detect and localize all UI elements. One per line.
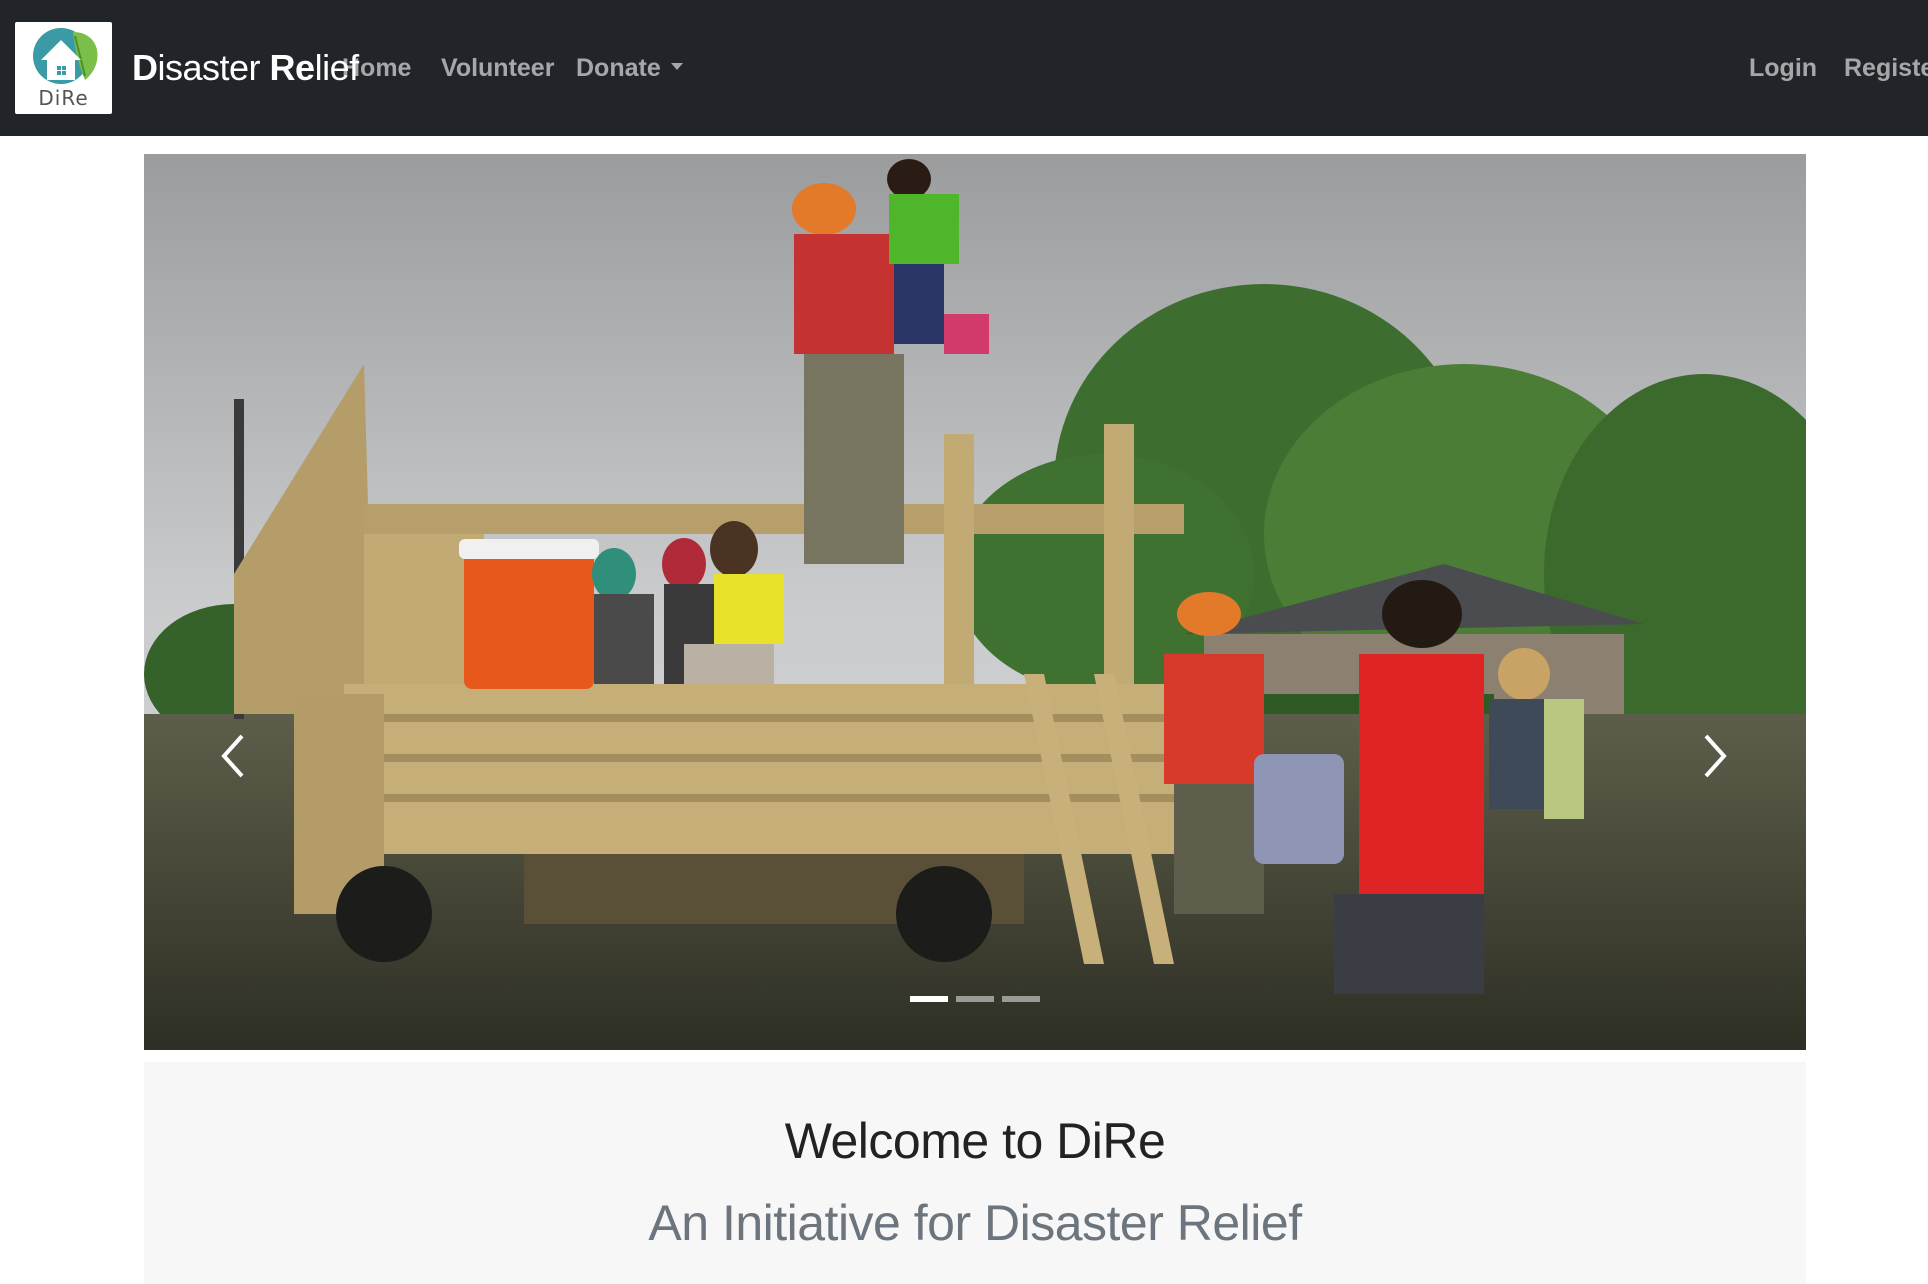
brand-part: Re <box>269 47 316 88</box>
nav-volunteer-link[interactable]: Volunteer <box>441 44 554 92</box>
nav-donate-dropdown[interactable]: Donate <box>576 44 683 92</box>
brand-part: i <box>157 47 166 88</box>
register-link[interactable]: Register <box>1844 44 1928 92</box>
carousel-indicator-2[interactable] <box>956 996 994 1002</box>
brand-part: saster <box>165 47 270 88</box>
welcome-subtitle: An Initiative for Disaster Relief <box>648 1195 1302 1251</box>
top-navbar: DiRe Disaster Relief Home Volunteer Dona… <box>0 0 1928 136</box>
login-link[interactable]: Login <box>1749 44 1817 92</box>
dire-logo[interactable]: DiRe <box>15 22 112 114</box>
caret-down-icon <box>670 62 683 70</box>
brand-name[interactable]: Disaster Relief <box>132 40 359 96</box>
carousel-prev-control[interactable] <box>204 714 264 798</box>
carousel-next-control[interactable] <box>1684 714 1744 798</box>
logo-text: DiRe <box>38 86 89 110</box>
welcome-title: Welcome to DiRe <box>784 1113 1166 1169</box>
carousel-indicators <box>144 996 1806 1006</box>
hero-carousel <box>144 154 1806 1050</box>
welcome-jumbotron: Welcome to DiRe An Initiative for Disast… <box>144 1062 1806 1284</box>
flood-rescue-photo <box>144 154 1806 1050</box>
chevron-right-icon <box>1704 734 1727 778</box>
carousel-indicator-1[interactable] <box>910 996 948 1002</box>
carousel-indicator-3[interactable] <box>1002 996 1040 1002</box>
brand-part: D <box>132 47 158 88</box>
chevron-left-icon <box>221 734 244 778</box>
nav-home-link[interactable]: Home <box>342 44 411 92</box>
nav-donate-label: Donate <box>576 54 661 82</box>
